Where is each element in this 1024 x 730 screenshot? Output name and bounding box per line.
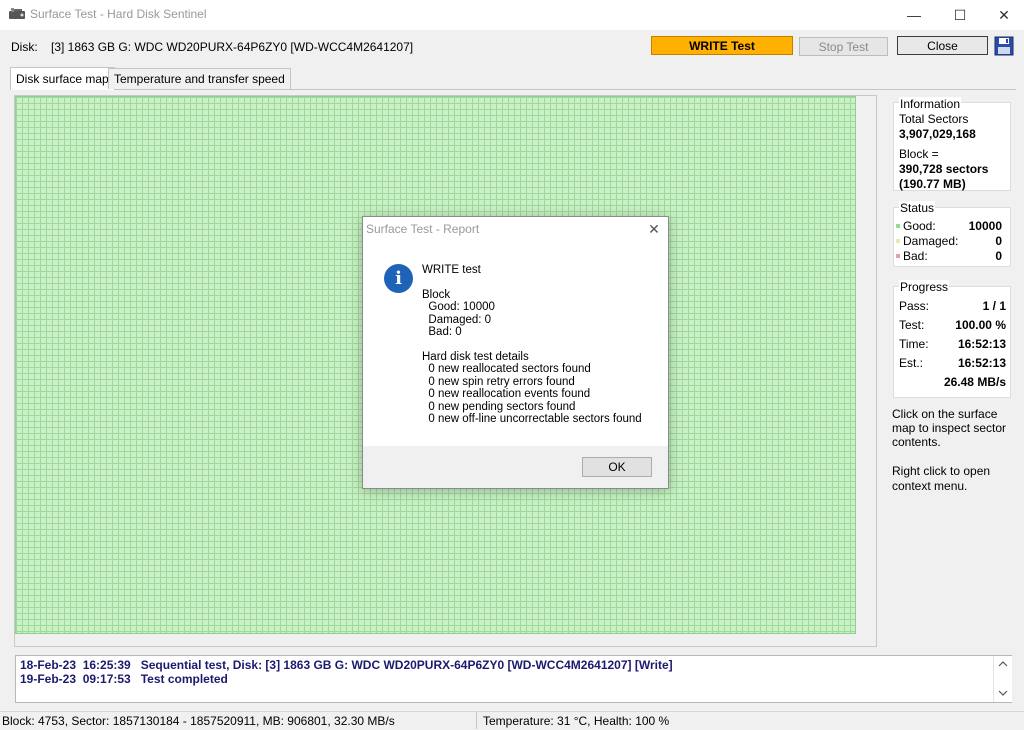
dialog-bad: Bad: 0 — [422, 326, 462, 338]
test-value: 100.00 % — [955, 318, 1006, 332]
info-icon: i — [384, 264, 413, 293]
log-line: 19-Feb-23 09:17:53 Test completed — [20, 672, 228, 686]
total-sectors-label: Total Sectors — [899, 112, 969, 126]
est-value: 16:52:13 — [957, 356, 1006, 370]
statusbar-separator — [476, 712, 477, 729]
maximize-button[interactable]: ☐ — [937, 0, 983, 30]
dialog-detail: 0 new reallocated sectors found — [422, 363, 591, 375]
tab-disk-surface-map[interactable]: Disk surface map — [10, 67, 115, 90]
good-label: Good: — [903, 219, 936, 233]
block-sectors: 390,728 sectors — [899, 162, 989, 176]
dialog-detail: 0 new reallocation events found — [422, 388, 591, 400]
pass-label: Pass: — [899, 299, 930, 313]
time-label: Time: — [899, 337, 929, 351]
save-icon[interactable] — [994, 36, 1014, 56]
pass-value: 1 / 1 — [982, 299, 1006, 313]
dialog-heading: WRITE test — [422, 264, 481, 276]
dialog-damaged: Damaged: 0 — [422, 314, 492, 326]
transfer-speed: 26.48 MB/s — [943, 375, 1006, 389]
status-title: Status — [899, 201, 936, 215]
hint-click-line1: Click on the surface — [892, 407, 998, 421]
bad-legend-square — [896, 254, 900, 258]
window-title: Surface Test - Hard Disk Sentinel — [30, 7, 207, 21]
block-label: Block = — [899, 147, 939, 161]
dialog-block-label: Block — [422, 289, 451, 301]
disk-name: [3] 1863 GB G: WDC WD20PURX-64P6ZY0 [WD-… — [51, 40, 414, 54]
statusbar-temperature-health: Temperature: 31 °C, Health: 100 % — [483, 714, 670, 728]
dialog-detail: 0 new off-line uncorrectable sectors fou… — [422, 413, 642, 425]
statusbar-block-info: Block: 4753, Sector: 1857130184 - 185752… — [2, 714, 395, 728]
scroll-up-icon[interactable] — [998, 661, 1008, 667]
damaged-count: 0 — [995, 234, 1002, 248]
app-disk-icon — [9, 8, 25, 19]
write-test-button[interactable]: WRITE Test — [651, 36, 793, 55]
est-label: Est.: — [899, 356, 924, 370]
damaged-label: Damaged: — [903, 234, 959, 248]
minimize-button[interactable]: — — [891, 0, 937, 30]
test-label: Test: — [899, 318, 925, 332]
good-legend-square — [896, 224, 900, 228]
scroll-down-icon[interactable] — [998, 690, 1008, 696]
close-button[interactable]: Close — [897, 36, 988, 55]
good-count: 10000 — [968, 219, 1002, 233]
dialog-title: Surface Test - Report — [366, 222, 480, 236]
hint-click-line2: map to inspect sector — [892, 421, 1007, 435]
hint-right-line2: context menu. — [892, 479, 968, 493]
close-window-button[interactable]: ✕ — [981, 0, 1024, 30]
time-value: 16:52:13 — [957, 337, 1006, 351]
hint-click-line3: contents. — [892, 435, 941, 449]
ok-button[interactable]: OK — [582, 457, 652, 477]
bad-count: 0 — [995, 249, 1002, 263]
dialog-close-icon[interactable]: ✕ — [645, 220, 663, 238]
damaged-legend-square — [896, 239, 900, 243]
bad-label: Bad: — [903, 249, 928, 263]
dialog-details-label: Hard disk test details — [422, 351, 529, 363]
dialog-detail: 0 new spin retry errors found — [422, 376, 575, 388]
dialog-good: Good: 10000 — [422, 301, 495, 313]
progress-title: Progress — [899, 280, 950, 294]
dialog-detail: 0 new pending sectors found — [422, 401, 576, 413]
log-line: 18-Feb-23 16:25:39 Sequential test, Disk… — [20, 658, 673, 672]
hint-right-line1: Right click to open — [892, 464, 991, 478]
tab-divider — [10, 89, 1016, 90]
block-size: (190.77 MB) — [899, 177, 966, 191]
test-log[interactable]: 18-Feb-23 16:25:39 Sequential test, Disk… — [15, 655, 1012, 703]
stop-test-button[interactable]: Stop Test — [799, 37, 888, 56]
tab-temperature-transfer-speed[interactable]: Temperature and transfer speed — [108, 68, 291, 89]
information-title: Information — [899, 97, 962, 111]
disk-label: Disk: — [11, 40, 38, 54]
total-sectors-value: 3,907,029,168 — [899, 127, 976, 141]
log-scrollbar[interactable] — [993, 656, 1012, 702]
